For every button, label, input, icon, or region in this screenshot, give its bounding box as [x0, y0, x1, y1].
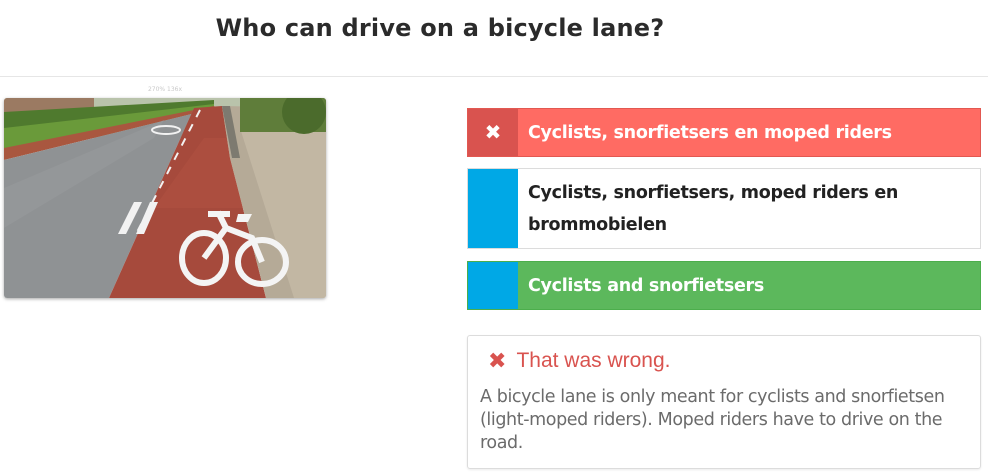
feedback-panel: ✖ That was wrong. A bicycle lane is only…: [467, 335, 981, 469]
question-title: Who can drive on a bicycle lane?: [215, 14, 665, 42]
feedback-heading: That was wrong.: [516, 349, 671, 372]
feedback-header: ✖ That was wrong.: [480, 348, 968, 374]
close-icon: ✖: [468, 109, 518, 156]
question-image: [4, 98, 326, 298]
answer-option-2[interactable]: Cyclists, snorfietsers, moped riders en …: [467, 168, 981, 249]
image-caption: 270% 136x: [147, 86, 183, 93]
answer-option-2-label: Cyclists, snorfietsers, moped riders en …: [528, 182, 899, 235]
feedback-explanation: A bicycle lane is only meant for cyclist…: [480, 387, 945, 453]
close-icon: ✖: [488, 348, 507, 373]
answer-option-1-label: Cyclists, snorfietsers en moped riders: [528, 122, 892, 143]
answer-option-1[interactable]: ✖ Cyclists, snorfietsers en moped riders: [467, 108, 981, 157]
answer-option-3-marker: [468, 262, 518, 309]
header-divider: [0, 76, 988, 77]
answer-option-3[interactable]: Cyclists and snorfietsers: [467, 261, 981, 310]
answer-option-3-label: Cyclists and snorfietsers: [528, 275, 765, 296]
answer-option-2-marker: [468, 169, 518, 248]
